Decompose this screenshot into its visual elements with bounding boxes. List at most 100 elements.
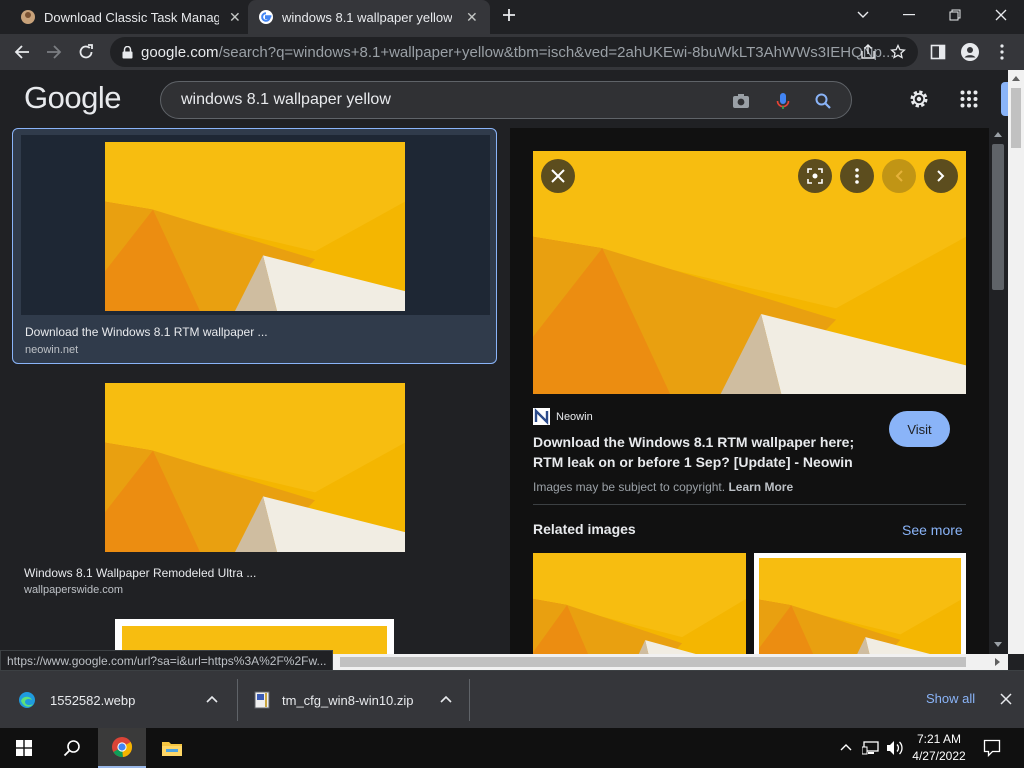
notifications-icon[interactable] — [983, 739, 1001, 757]
related-image-thumbnail[interactable] — [533, 553, 746, 654]
start-windows-icon[interactable] — [0, 728, 48, 768]
taskbar-chrome-icon[interactable] — [98, 728, 146, 768]
image-preview-panel: Neowin Download the Windows 8.1 RTM wall… — [510, 128, 989, 654]
result-thumbnail[interactable] — [105, 383, 405, 552]
page-scrollbar[interactable] — [1008, 70, 1024, 654]
reload-icon[interactable] — [74, 40, 98, 64]
search-input[interactable]: windows 8.1 wallpaper yellow — [160, 81, 852, 119]
image-result-card[interactable]: Download the Windows 8.1 RTM wallpaper .… — [12, 128, 497, 364]
download-menu-chevron-icon[interactable] — [440, 695, 452, 703]
clock-time: 7:21 AM — [916, 732, 962, 746]
profile-avatar-icon[interactable] — [958, 40, 982, 64]
scroll-thumb[interactable] — [1011, 88, 1021, 148]
settings-gear-icon[interactable] — [908, 88, 930, 110]
show-all-downloads-button[interactable]: Show all — [926, 691, 975, 706]
download-menu-chevron-icon[interactable] — [206, 695, 218, 703]
more-options-icon[interactable] — [840, 159, 874, 193]
browser-toolbar: google.com /search?q=windows+8.1+wallpap… — [0, 34, 1024, 70]
close-tab-icon[interactable]: ✕ — [466, 9, 478, 26]
lens-search-icon[interactable] — [798, 159, 832, 193]
url-path: /search?q=windows+8.1+wallpaper+yellow&t… — [218, 43, 895, 61]
scroll-up-arrow-icon[interactable] — [994, 132, 1002, 137]
google-header: Google windows 8.1 wallpaper yellow — [0, 70, 1008, 128]
preview-title[interactable]: Download the Windows 8.1 RTM wallpaper h… — [533, 432, 873, 472]
sign-in-edge[interactable] — [1001, 82, 1008, 116]
minimize-button[interactable] — [886, 0, 932, 30]
results-scrollbar[interactable] — [989, 128, 1008, 654]
volume-icon[interactable] — [886, 740, 904, 756]
result-source[interactable]: wallpaperswide.com — [24, 584, 123, 596]
download-item[interactable]: tm_cfg_win8-win10.zip — [254, 671, 458, 729]
see-more-link[interactable]: See more — [902, 522, 963, 538]
bookmark-star-icon[interactable] — [886, 40, 910, 64]
visit-button[interactable]: Visit — [889, 411, 950, 447]
result-title[interactable]: Download the Windows 8.1 RTM wallpaper .… — [25, 325, 268, 339]
windows-taskbar: 7:21 AM 4/27/2022 — [0, 728, 1024, 768]
result-thumbnail[interactable] — [115, 619, 394, 654]
copyright-text: Images may be subject to copyright. — [533, 480, 726, 494]
tab-google-images[interactable]: windows 8.1 wallpaper yellow - G ✕ — [248, 0, 490, 34]
site-favicon-icon — [20, 9, 36, 25]
scroll-thumb[interactable] — [340, 657, 966, 667]
close-downloads-bar-icon[interactable] — [1000, 693, 1012, 705]
taskbar-search-icon[interactable] — [48, 728, 96, 768]
link-status-bubble: https://www.google.com/url?sa=i&url=http… — [0, 650, 334, 672]
scroll-thumb[interactable] — [992, 144, 1004, 290]
tray-overflow-chevron-icon[interactable] — [840, 743, 852, 751]
scroll-right-arrow-icon[interactable] — [995, 658, 1000, 666]
search-query-text: windows 8.1 wallpaper yellow — [181, 91, 391, 108]
tab-search-chevron-icon[interactable] — [840, 0, 886, 30]
network-icon[interactable] — [862, 740, 880, 756]
google-logo[interactable]: Google — [24, 80, 121, 116]
close-window-button[interactable] — [978, 0, 1024, 30]
restore-button[interactable] — [932, 0, 978, 30]
forward-arrow-icon[interactable] — [42, 40, 66, 64]
google-apps-grid-icon[interactable] — [960, 90, 978, 108]
share-icon[interactable] — [856, 40, 880, 64]
divider — [237, 679, 238, 721]
tab-task-manager[interactable]: Download Classic Task Manager f ✕ — [12, 0, 244, 34]
new-tab-button[interactable] — [486, 0, 532, 30]
close-preview-button[interactable] — [541, 159, 575, 193]
learn-more-link[interactable]: Learn More — [728, 480, 793, 494]
next-image-icon[interactable] — [924, 159, 958, 193]
result-source[interactable]: neowin.net — [25, 344, 78, 356]
scroll-down-arrow-icon[interactable] — [994, 642, 1002, 647]
camera-search-icon[interactable] — [731, 91, 751, 111]
divider — [469, 679, 470, 721]
image-results-grid: Download the Windows 8.1 RTM wallpaper .… — [0, 128, 508, 654]
zip-file-icon — [254, 691, 270, 709]
lock-icon[interactable] — [122, 45, 133, 59]
downloads-bar: 1552582.webp tm_cfg_win8-win10.zip Show … — [0, 670, 1024, 728]
search-icon[interactable] — [813, 91, 833, 111]
preview-source[interactable]: Neowin — [533, 408, 593, 425]
image-result-card[interactable]: Windows 8.1 Wallpaper Remodeled Ultra ..… — [12, 382, 497, 604]
tab-title: windows 8.1 wallpaper yellow - G — [282, 9, 452, 25]
related-images-heading: Related images — [533, 521, 636, 537]
download-filename: 1552582.webp — [50, 692, 136, 708]
previous-image-icon[interactable] — [882, 159, 916, 193]
taskbar-file-explorer-icon[interactable] — [148, 728, 196, 768]
clock-date: 4/27/2022 — [912, 749, 966, 763]
menu-kebab-icon[interactable] — [990, 40, 1014, 64]
related-image-thumbnail[interactable] — [754, 553, 966, 654]
thumbnail-frame — [21, 135, 490, 315]
source-name: Neowin — [556, 410, 593, 423]
tab-strip: Download Classic Task Manager f ✕ window… — [0, 0, 1024, 34]
edge-file-icon — [18, 691, 36, 709]
copyright-notice: Images may be subject to copyright. Lear… — [533, 480, 793, 494]
url-host: google.com — [141, 43, 219, 61]
address-bar[interactable]: google.com /search?q=windows+8.1+wallpap… — [110, 37, 918, 67]
tab-title: Download Classic Task Manager f — [44, 9, 219, 25]
side-panel-icon[interactable] — [926, 40, 950, 64]
divider — [533, 504, 966, 505]
close-tab-icon[interactable]: ✕ — [229, 9, 241, 26]
google-favicon-icon — [258, 9, 274, 25]
result-title[interactable]: Windows 8.1 Wallpaper Remodeled Ultra ..… — [24, 566, 256, 580]
scroll-up-arrow-icon[interactable] — [1012, 76, 1020, 81]
result-thumbnail[interactable] — [105, 142, 405, 311]
download-item[interactable]: 1552582.webp — [18, 671, 228, 729]
system-clock[interactable]: 7:21 AM 4/27/2022 — [912, 731, 966, 765]
back-arrow-icon[interactable] — [10, 40, 34, 64]
microphone-icon[interactable] — [773, 91, 793, 111]
